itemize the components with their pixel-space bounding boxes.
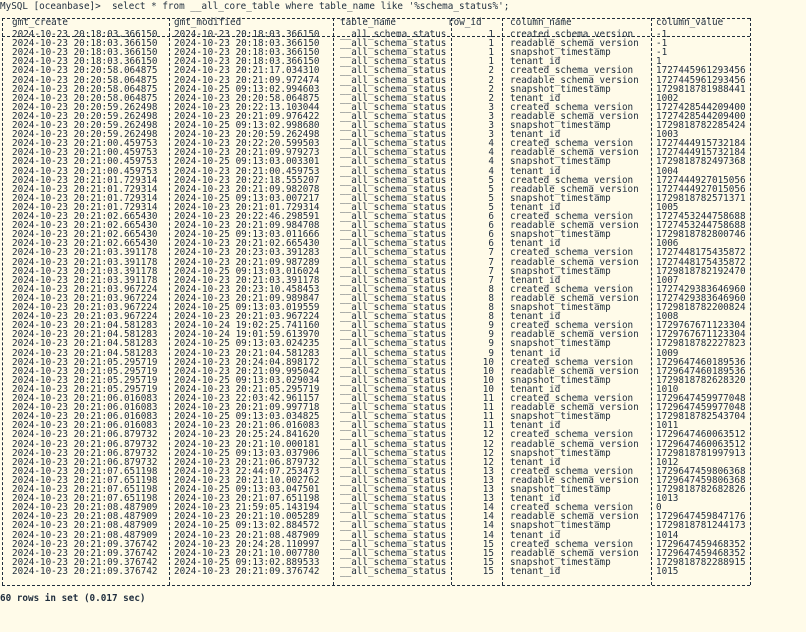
col-header-row-id: row_id (448, 17, 482, 28)
cell-column-value: 1015 (656, 565, 679, 577)
cell-row-id: 2 (488, 83, 494, 95)
cell-row-id: 3 (488, 129, 494, 141)
cell-row-id: 9 (488, 329, 494, 341)
col-header-column-value: column_value (656, 17, 724, 28)
cell-row-id: 15 (482, 565, 494, 577)
table-row: 2024-10-23 20:21:09.376742 2024-10-23 20:… (0, 567, 806, 576)
cell-row-id: 7 (488, 256, 494, 268)
cell-row-id: 1 (488, 47, 494, 59)
cell-row-id: 5 (488, 174, 494, 186)
cell-row-id: 4 (488, 165, 494, 177)
cell-column-name: tenant_id (510, 565, 561, 577)
cell-row-id: 2 (488, 92, 494, 104)
cell-row-id: 2 (488, 74, 494, 86)
table-border-vertical (750, 18, 751, 585)
cell-row-id: 1 (488, 56, 494, 68)
cell-row-id: 8 (488, 311, 494, 323)
table-border-vertical (651, 18, 652, 585)
table-border-vertical (169, 18, 170, 585)
cell-row-id: 1 (488, 29, 494, 40)
cell-row-id: 4 (488, 147, 494, 159)
cell-row-id: 5 (488, 201, 494, 213)
cell-table-name: __all_schema_status (340, 565, 447, 577)
cell-row-id: 2 (488, 65, 494, 77)
cell-row-id: 6 (488, 238, 494, 250)
table-border-horizontal (2, 585, 750, 586)
table-header-row: gmt_create gmt_modified table_name row_i… (0, 18, 806, 27)
cell-gmt-create: 2024-10-23 20:21:09.376742 (12, 565, 158, 577)
cell-row-id: 9 (488, 320, 494, 332)
table-border-vertical (333, 18, 334, 585)
cell-row-id: 4 (488, 156, 494, 168)
table-border-horizontal (2, 18, 750, 19)
table-border-vertical (451, 18, 452, 585)
table-border-horizontal (2, 36, 750, 37)
cell-row-id: 8 (488, 283, 494, 295)
cell-row-id: 4 (488, 138, 494, 150)
terminal-window[interactable]: MySQL [oceanbase]> select * from __all_c… (0, 0, 806, 632)
col-header-table-name: table_name (340, 17, 396, 28)
cell-row-id: 3 (488, 101, 494, 113)
cell-row-id: 7 (488, 274, 494, 286)
cell-row-id: 7 (488, 265, 494, 277)
col-header-gmt-modified: gmt_modified (174, 17, 242, 28)
cell-row-id: 3 (488, 120, 494, 131)
cell-row-id: 6 (488, 211, 494, 222)
col-header-column-name: column_name (510, 17, 572, 28)
cell-row-id: 5 (488, 183, 494, 195)
cell-row-id: 9 (488, 338, 494, 350)
cell-gmt-modified: 2024-10-23 20:21:09.376742 (174, 565, 320, 577)
cell-row-id: 7 (488, 247, 494, 259)
cell-row-id: 8 (488, 292, 494, 304)
cell-row-id: 8 (488, 302, 494, 313)
col-header-gmt-create: gmt_create (12, 17, 68, 28)
table-border-vertical (2, 18, 3, 585)
cell-row-id: 3 (488, 110, 494, 122)
cell-row-id: 1 (488, 38, 494, 50)
table-border-vertical (502, 18, 503, 585)
cell-row-id: 5 (488, 192, 494, 204)
cell-row-id: 6 (488, 229, 494, 241)
row-count-summary: 60 rows in set (0.017 sec) (0, 593, 146, 604)
cell-row-id: 6 (488, 220, 494, 232)
